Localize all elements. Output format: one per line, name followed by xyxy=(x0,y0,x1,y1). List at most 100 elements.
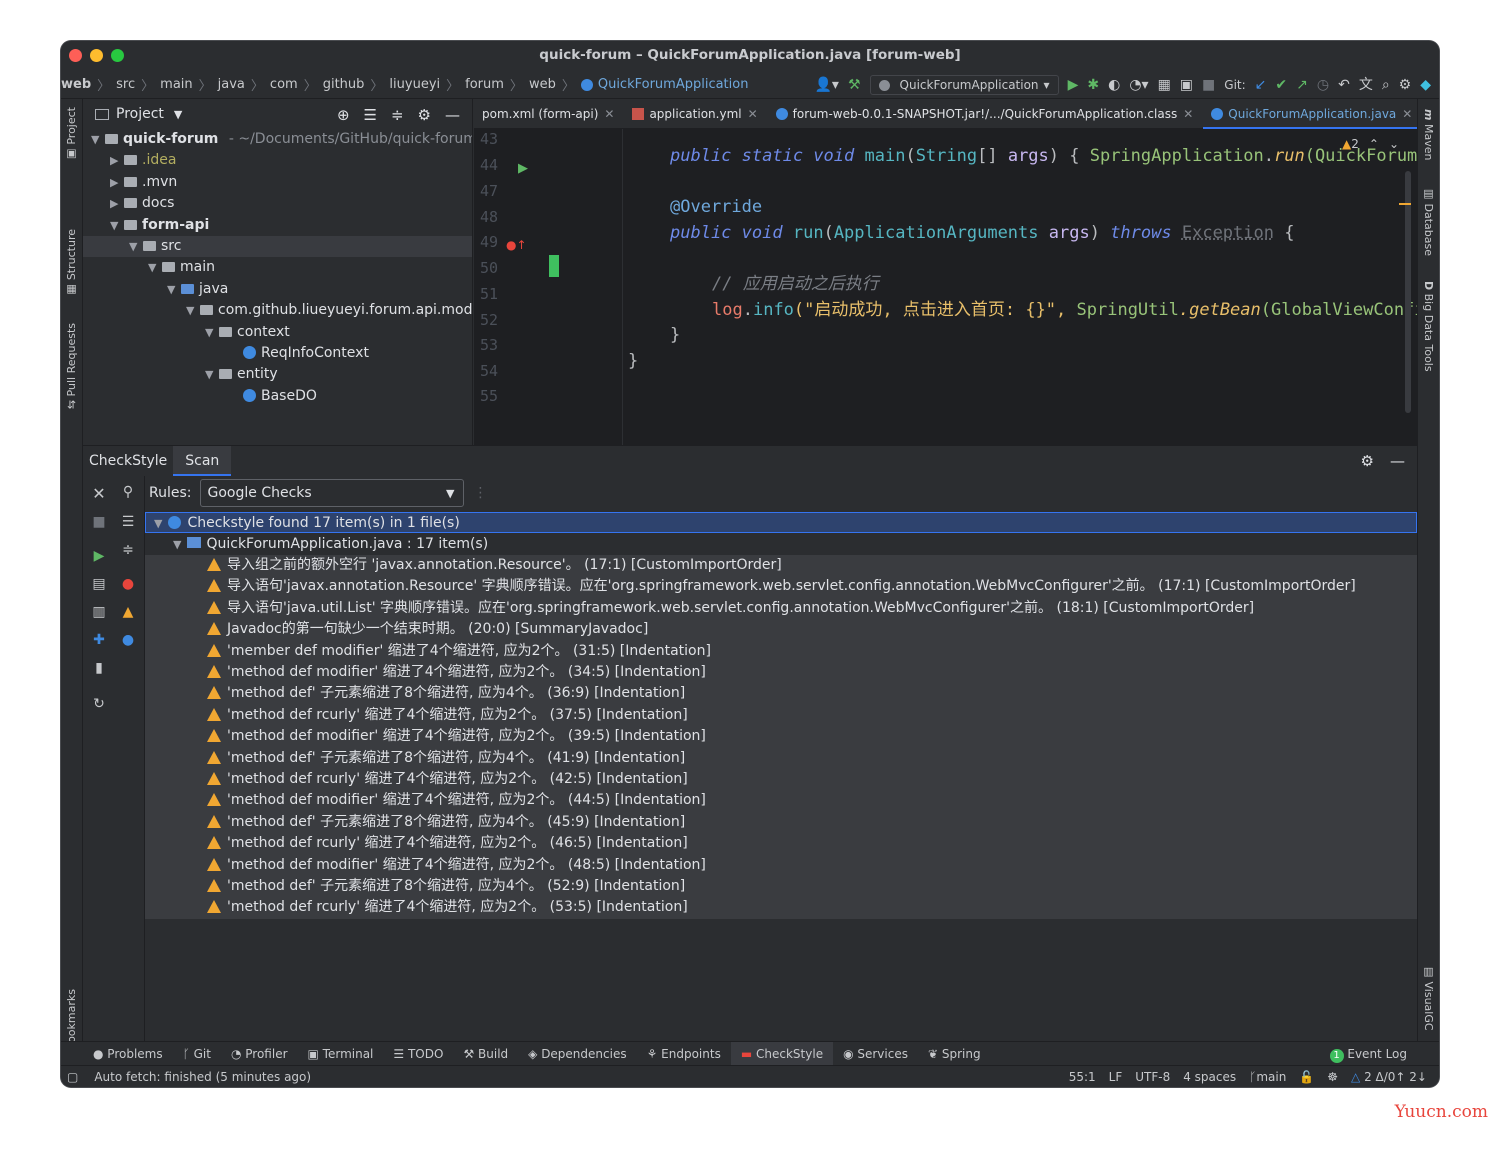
tree-item-docs[interactable]: ▶ docs xyxy=(83,193,472,214)
breadcrumb-web[interactable]: web xyxy=(61,77,91,92)
close-icon[interactable]: ✕ xyxy=(1402,107,1412,121)
check-project-icon[interactable]: ▥ xyxy=(89,604,109,620)
checkstyle-item-row[interactable]: 'method def' 子元素缩进了8个缩进符, 应为4个。 (41:9) [… xyxy=(145,747,1417,769)
checkstyle-item-row[interactable]: 'method def modifier' 缩进了4个缩进符, 应为2个。 (3… xyxy=(145,726,1417,748)
breadcrumb-main[interactable]: main xyxy=(160,77,192,92)
run-icon[interactable]: ▶ xyxy=(1068,78,1079,92)
check-changed-icon[interactable]: ✚ xyxy=(89,632,109,648)
lock-icon[interactable]: 🔓 xyxy=(1299,1070,1314,1084)
checkstyle-item-row[interactable]: 'method def rcurly' 缩进了4个缩进符, 应为2个。 (46:… xyxy=(145,833,1417,855)
translate-icon[interactable]: 文 xyxy=(1359,78,1373,92)
code-area[interactable]: public static void main(String[] args) {… xyxy=(474,129,1417,445)
checkstyle-item-row[interactable]: 导入语句'javax.annotation.Resource' 字典顺序错误。应… xyxy=(145,576,1417,598)
profile-icon[interactable]: ◔▾ xyxy=(1129,78,1148,92)
inspection-widget[interactable]: ▲2 ⌃ ⌄ xyxy=(1342,137,1399,151)
close-icon[interactable]: ✕ xyxy=(89,484,109,503)
visualgc-tool-button[interactable]: ▥ VisualGC xyxy=(1422,965,1435,1031)
checkstyle-item-row[interactable]: 'method def' 子元素缩进了8个缩进符, 应为4个。 (45:9) [… xyxy=(145,811,1417,834)
breadcrumb-liuyueyi[interactable]: liuyueyi xyxy=(389,77,440,92)
vcs-status[interactable]: △ 2 Δ/0↑ 2↓ xyxy=(1351,1070,1427,1084)
coverage-icon[interactable]: ◐ xyxy=(1108,78,1120,92)
checkstyle-item-row[interactable]: 'method def rcurly' 缩进了4个缩进符, 应为2个。 (37:… xyxy=(145,704,1417,727)
clear-icon[interactable]: ▮ xyxy=(89,660,109,676)
run-config-select[interactable]: QuickForumApplication ▾ xyxy=(869,75,1059,95)
checkstyle-item-row[interactable]: 导入组之前的额外空行 'javax.annotation.Resource'。 … xyxy=(145,555,1417,577)
event-log-button[interactable]: 1 Event Log xyxy=(1320,1042,1417,1066)
pull-requests-tool-button[interactable]: ⇆ Pull Requests xyxy=(65,323,78,409)
user-icon[interactable]: 👤▾ xyxy=(814,78,838,92)
indent-setting[interactable]: 4 spaces xyxy=(1183,1070,1236,1084)
terminal-tool-button[interactable]: ▣ Terminal xyxy=(298,1042,384,1066)
breadcrumb-github[interactable]: github xyxy=(323,77,365,92)
line-separator[interactable]: LF xyxy=(1109,1070,1123,1084)
chevron-down-icon[interactable]: ▼ xyxy=(174,108,182,121)
chevron-down-icon[interactable]: ⌄ xyxy=(1389,137,1399,151)
build-tool-button[interactable]: ⚒ Build xyxy=(453,1042,518,1066)
build-project-icon[interactable]: ▦ xyxy=(1158,78,1171,92)
breadcrumb-forum[interactable]: forum xyxy=(465,77,504,92)
error-filter-icon[interactable]: ● xyxy=(118,576,138,592)
stop-icon[interactable]: ■ xyxy=(89,514,109,530)
checkstyle-item-row[interactable]: 'method def' 子元素缩进了8个缩进符, 应为4个。 (36:9) [… xyxy=(145,683,1417,705)
todo-tool-button[interactable]: ☰ TODO xyxy=(383,1042,453,1066)
tree-item-idea[interactable]: ▶ .idea xyxy=(83,150,472,171)
breadcrumb-class[interactable]: QuickForumApplication xyxy=(598,77,749,92)
attach-icon[interactable]: ▣ xyxy=(1180,78,1193,92)
tab-class-file[interactable]: forum-web-0.0.1-SNAPSHOT.jar!/.../QuickF… xyxy=(768,99,1204,129)
tree-item-main[interactable]: ▼ main xyxy=(83,257,472,278)
hide-icon[interactable]: — xyxy=(1390,452,1405,470)
tree-item-basedo[interactable]: BaseDO xyxy=(83,386,472,407)
settings-icon[interactable]: ⚙ xyxy=(1399,78,1412,92)
close-icon[interactable]: ✕ xyxy=(1183,107,1193,121)
chevron-up-icon[interactable]: ⌃ xyxy=(1369,137,1379,151)
tab-application-yml[interactable]: application.yml ✕ xyxy=(624,99,767,129)
tree-item-context[interactable]: ▼ context xyxy=(83,322,472,343)
checkstyle-item-row[interactable]: 'method def rcurly' 缩进了4个缩进符, 应为2个。 (53:… xyxy=(145,897,1417,919)
tree-item-reqinfocontext[interactable]: ReqInfoContext xyxy=(83,343,472,364)
search-icon[interactable]: ⌕ xyxy=(1382,78,1390,92)
zoom-window-button[interactable] xyxy=(111,49,124,62)
tree-item-package[interactable]: ▼ com.github.liueyueyi.forum.api.model xyxy=(83,300,472,321)
big-data-tools-button[interactable]: D Big Data Tools xyxy=(1422,281,1435,372)
file-encoding[interactable]: UTF-8 xyxy=(1135,1070,1170,1084)
warning-filter-icon[interactable]: ▲ xyxy=(118,604,138,620)
checkstyle-item-row[interactable]: 'method def modifier' 缩进了4个缩进符, 应为2个。 (4… xyxy=(145,790,1417,812)
close-icon[interactable]: ✕ xyxy=(748,107,758,121)
checkstyle-item-row[interactable]: 'method def' 子元素缩进了8个缩进符, 应为4个。 (52:9) [… xyxy=(145,876,1417,898)
collapse-all-icon[interactable]: ≑ xyxy=(118,542,138,558)
tree-item-src[interactable]: ▼ src xyxy=(83,235,472,258)
check-module-icon[interactable]: ▤ xyxy=(89,576,109,592)
results-file-row[interactable]: ▼ QuickForumApplication.java : 17 item(s) xyxy=(145,534,1417,555)
tree-item-entity[interactable]: ▼ entity xyxy=(83,364,472,385)
expand-all-icon[interactable]: ☰ xyxy=(364,106,377,124)
debug-icon[interactable]: ✱ xyxy=(1087,78,1099,92)
profiler-tool-button[interactable]: ◔ Profiler xyxy=(221,1042,298,1066)
tree-item-quick-forum[interactable]: ▼ quick-forum - ~/Documents/GitHub/quick-… xyxy=(83,129,472,150)
spring-tool-button[interactable]: ❦ Spring xyxy=(918,1042,991,1066)
run-check-icon[interactable]: ▶ xyxy=(89,548,109,564)
tab-checkstyle[interactable]: CheckStyle xyxy=(83,446,173,476)
caret-position[interactable]: 55:1 xyxy=(1069,1070,1096,1084)
build-hammer-icon[interactable]: ⚒ xyxy=(848,78,861,92)
rollback-icon[interactable]: ↶ xyxy=(1338,78,1350,92)
layout-icon[interactable]: ▢ xyxy=(67,1070,78,1084)
close-window-button[interactable] xyxy=(69,49,82,62)
breadcrumb-com[interactable]: com xyxy=(270,77,298,92)
project-tool-button[interactable]: ▣ Project xyxy=(65,107,78,161)
checkstyle-item-row[interactable]: 导入语句'java.util.List' 字典顺序错误。应在'org.sprin… xyxy=(145,597,1417,620)
breadcrumb-web-pkg[interactable]: web xyxy=(529,77,556,92)
services-tool-button[interactable]: ◉ Services xyxy=(833,1042,918,1066)
checkstyle-item-row[interactable]: 'member def modifier' 缩进了4个缩进符, 应为2个。 (3… xyxy=(145,640,1417,662)
minimize-window-button[interactable] xyxy=(90,49,103,62)
results-summary-row[interactable]: ▼ Checkstyle found 17 item(s) in 1 file(s… xyxy=(145,512,1417,534)
hide-icon[interactable]: — xyxy=(445,106,460,124)
pin-icon[interactable]: ⚲ xyxy=(118,484,138,500)
project-view-select[interactable]: Project xyxy=(116,106,164,122)
locate-icon[interactable]: ⊕ xyxy=(337,106,350,124)
git-commit-icon[interactable]: ✔ xyxy=(1275,78,1287,92)
structure-tool-button[interactable]: ▦ Structure xyxy=(65,229,78,297)
git-branch[interactable]: ᚴmain xyxy=(1249,1070,1286,1084)
tree-item-mvn[interactable]: ▶ .mvn xyxy=(83,172,472,193)
database-tool-button[interactable]: ▤ Database xyxy=(1422,187,1435,256)
tab-pom-xml[interactable]: pom.xml (form-api) ✕ xyxy=(474,99,624,129)
